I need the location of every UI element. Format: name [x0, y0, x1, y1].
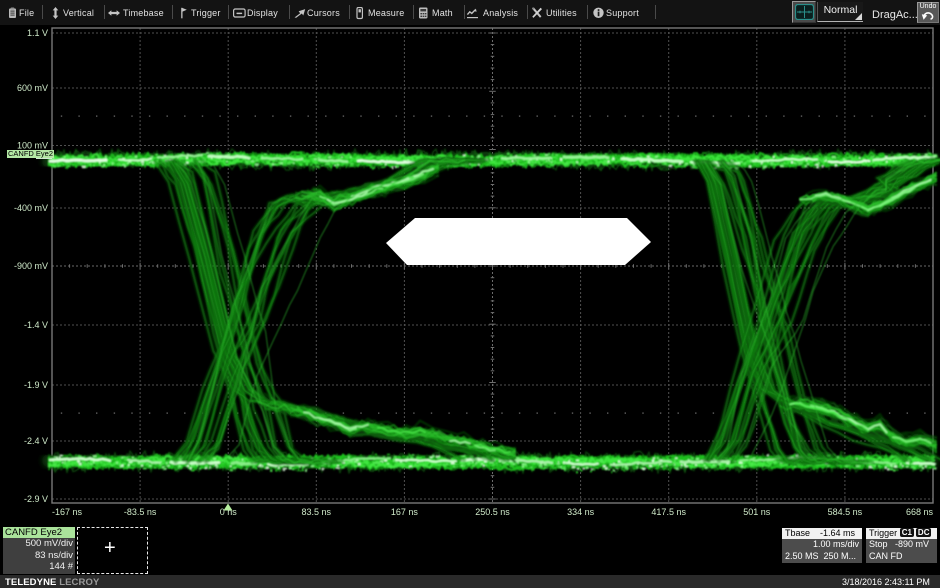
svg-text:-167 ns: -167 ns	[52, 507, 83, 517]
svg-text:417.5 ns: 417.5 ns	[651, 507, 686, 517]
svg-text:250.5 ns: 250.5 ns	[475, 507, 510, 517]
svg-text:-1.4 V: -1.4 V	[24, 320, 48, 330]
svg-text:-1.9 V: -1.9 V	[24, 380, 48, 390]
svg-text:668 ns: 668 ns	[906, 507, 934, 517]
svg-text:501 ns: 501 ns	[743, 507, 771, 517]
svg-text:83.5 ns: 83.5 ns	[302, 507, 332, 517]
svg-text:-400 mV: -400 mV	[14, 203, 48, 213]
svg-text:167 ns: 167 ns	[391, 507, 419, 517]
svg-text:-2.9 V: -2.9 V	[24, 494, 48, 504]
svg-text:-900 mV: -900 mV	[14, 261, 48, 271]
svg-text:584.5 ns: 584.5 ns	[828, 507, 863, 517]
svg-text:0 ns: 0 ns	[220, 507, 238, 517]
svg-text:1.1 V: 1.1 V	[27, 28, 48, 38]
svg-text:-2.4 V: -2.4 V	[24, 436, 48, 446]
svg-text:600 mV: 600 mV	[17, 83, 48, 93]
svg-text:334 ns: 334 ns	[567, 507, 595, 517]
svg-text:-83.5 ns: -83.5 ns	[124, 507, 157, 517]
